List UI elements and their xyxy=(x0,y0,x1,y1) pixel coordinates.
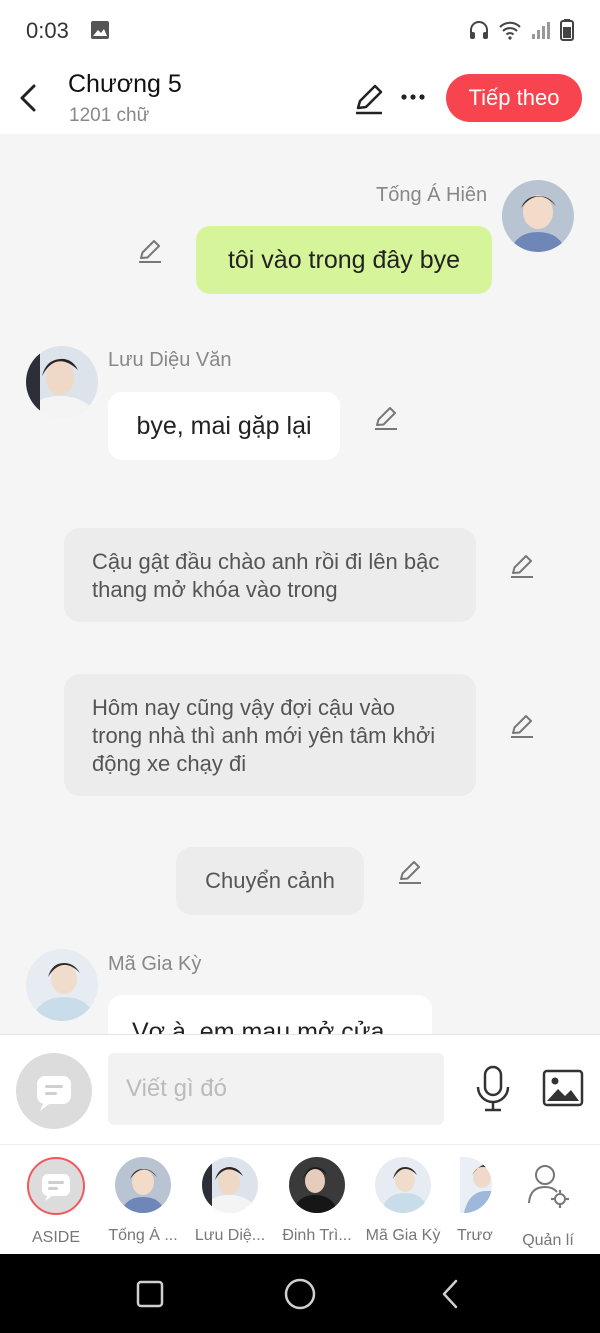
chat-bubble-icon xyxy=(37,1076,71,1111)
message-bubble[interactable]: tôi vào trong đây bye xyxy=(196,226,492,294)
message-input[interactable] xyxy=(108,1053,444,1125)
avatar xyxy=(202,1157,258,1213)
character-item[interactable]: Lưu Diệ... xyxy=(190,1157,270,1245)
system-back-icon[interactable] xyxy=(432,1276,468,1312)
narration-bubble[interactable]: Cậu gật đầu chào anh rồi đi lên bậc than… xyxy=(64,528,476,622)
edit-message-icon[interactable] xyxy=(396,858,424,886)
chat-area[interactable]: Tống Á Hiên tôi vào trong đây bye Lưu Di… xyxy=(0,134,600,1034)
character-aside[interactable]: ASIDE xyxy=(16,1157,96,1247)
more-options-icon[interactable] xyxy=(398,82,428,112)
character-label: Tống Á ... xyxy=(108,1227,178,1244)
scene-change-bubble[interactable]: Chuyển cảnh xyxy=(176,847,364,915)
status-bar: 0:03 xyxy=(0,0,600,62)
user-settings-icon xyxy=(528,1165,569,1208)
edit-message-icon[interactable] xyxy=(508,712,536,740)
avatar xyxy=(115,1157,171,1213)
character-label: ASIDE xyxy=(31,1229,80,1246)
character-label: Mã Gia Kỳ xyxy=(365,1227,441,1244)
recent-apps-icon[interactable] xyxy=(132,1276,168,1312)
battery-icon xyxy=(560,19,574,41)
avatar xyxy=(460,1157,492,1213)
edit-chapter-icon[interactable] xyxy=(352,82,386,116)
character-item[interactable]: Đinh Trì... xyxy=(277,1157,357,1245)
avatar[interactable] xyxy=(502,180,574,252)
manage-characters-button[interactable]: Quản lí xyxy=(508,1157,588,1250)
image-upload-icon[interactable] xyxy=(542,1069,584,1107)
narration-bubble[interactable]: Hôm nay cũng vậy đợi cậu vào trong nhà t… xyxy=(64,674,476,796)
home-icon[interactable] xyxy=(282,1276,318,1312)
sender-name: Mã Gia Kỳ xyxy=(108,953,202,975)
status-icons xyxy=(468,19,574,41)
character-label: Đinh Trì... xyxy=(282,1227,352,1244)
edit-message-icon[interactable] xyxy=(136,237,164,265)
status-time: 0:03 xyxy=(26,18,69,43)
avatar[interactable] xyxy=(26,949,98,1021)
message-bubble[interactable]: Vợ à, em mau mở cửa xyxy=(108,995,432,1034)
avatar xyxy=(375,1157,431,1213)
edit-message-icon[interactable] xyxy=(508,552,536,580)
character-item[interactable]: Tống Á ... xyxy=(103,1157,183,1245)
character-label: Trươ xyxy=(457,1227,493,1244)
system-navigation-bar xyxy=(0,1254,600,1333)
wifi-icon xyxy=(499,21,521,40)
sender-name: Tống Á Hiên xyxy=(376,184,488,206)
aside-toggle-button[interactable] xyxy=(16,1053,92,1129)
aside-icon xyxy=(27,1157,85,1215)
word-count: 1201 chữ xyxy=(69,105,150,126)
signal-icon xyxy=(532,22,550,39)
character-item[interactable]: Mã Gia Kỳ xyxy=(363,1157,443,1245)
headphones-icon xyxy=(470,21,488,39)
message-bubble[interactable]: bye, mai gặp lại xyxy=(108,392,340,460)
back-arrow-icon[interactable] xyxy=(14,80,42,116)
avatar xyxy=(289,1157,345,1213)
character-selector: ASIDE Tống Á ... Lưu Diệ... Đinh Trì... … xyxy=(0,1144,600,1254)
edit-message-icon[interactable] xyxy=(372,404,400,432)
microphone-icon[interactable] xyxy=(474,1065,512,1113)
avatar[interactable] xyxy=(26,346,98,418)
character-item[interactable]: Trươ xyxy=(446,1157,506,1245)
chapter-header: Chương 5 1201 chữ Tiếp theo xyxy=(0,62,600,134)
character-label: Lưu Diệ... xyxy=(194,1227,266,1244)
sender-name: Lưu Diệu Văn xyxy=(108,349,232,371)
character-label: Quản lí xyxy=(522,1232,574,1249)
next-chapter-button[interactable]: Tiếp theo xyxy=(446,74,582,122)
chapter-title: Chương 5 xyxy=(68,70,182,98)
message-input-bar xyxy=(0,1034,600,1144)
image-notification-icon xyxy=(91,21,109,39)
